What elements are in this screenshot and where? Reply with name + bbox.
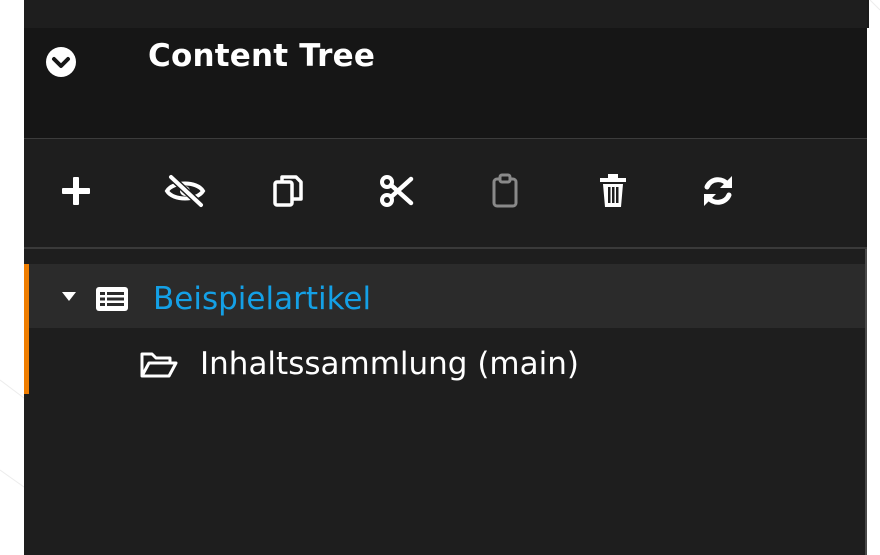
tree-toolbar xyxy=(24,139,867,249)
list-alt-icon xyxy=(96,287,128,311)
panel-title: Content Tree xyxy=(148,38,376,74)
plus-icon xyxy=(62,177,90,205)
hide-button[interactable] xyxy=(163,169,207,213)
caret-down-icon[interactable] xyxy=(60,291,78,303)
copy-icon xyxy=(273,175,303,207)
cut-button[interactable] xyxy=(374,169,418,213)
add-button[interactable] xyxy=(54,169,98,213)
tree-item-beispielartikel[interactable]: Beispielartikel xyxy=(153,279,371,319)
folder-open-icon xyxy=(140,352,178,378)
eye-slash-icon xyxy=(164,174,206,208)
scissors-icon xyxy=(380,175,414,207)
sync-icon xyxy=(704,176,732,206)
tree-item-inhaltssammlung[interactable]: Inhaltssammlung (main) xyxy=(200,344,579,384)
paste-button[interactable] xyxy=(483,169,527,213)
chevron-down-circle-icon[interactable] xyxy=(43,44,79,80)
clipboard-icon xyxy=(492,173,518,208)
copy-button[interactable] xyxy=(266,169,310,213)
refresh-button[interactable] xyxy=(696,169,740,213)
trash-icon xyxy=(600,174,626,207)
delete-button[interactable] xyxy=(591,169,635,213)
content-tree: Beispielartikel Inhaltssammlung (main) xyxy=(24,249,867,555)
